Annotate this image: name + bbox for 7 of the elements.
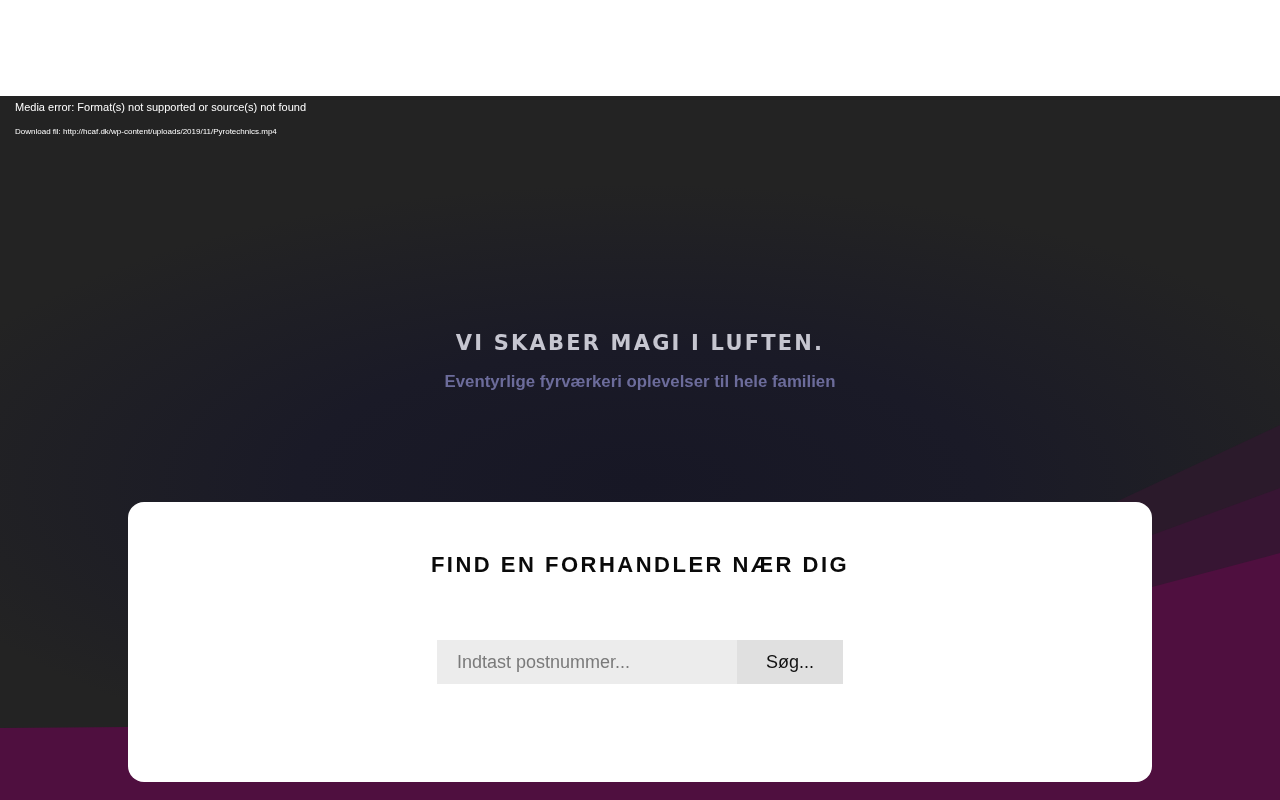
search-button[interactable]: Søg... — [737, 640, 843, 684]
hero-title: VI SKABER MAGI I LUFTEN. — [455, 330, 825, 357]
dealer-search-title: FIND EN FORHANDLER NÆR DIG — [430, 551, 850, 579]
hero-subtitle: Eventyrlige fyrværkeri oplevelser til hele familien — [444, 371, 836, 393]
media-error-message: Media error: Format(s) not supported or source(s) not found — [15, 100, 306, 114]
download-link[interactable]: Download fil: http://hcaf.dk/wp-content/uploads/2019/11/Pyrotechnics.mp4 — [15, 127, 277, 137]
postcode-input[interactable]: Indtast postnummer... — [437, 640, 737, 684]
